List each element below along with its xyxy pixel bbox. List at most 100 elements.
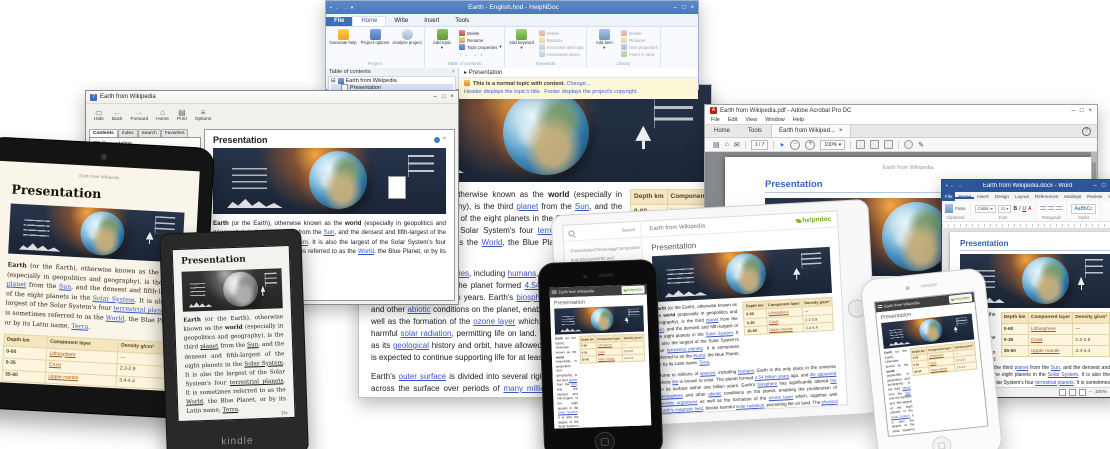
link[interactable]: life appeared	[810, 370, 837, 376]
move-down-icon[interactable]: ↓	[481, 52, 484, 58]
link[interactable]: humans	[738, 368, 754, 374]
link[interactable]: Lithosphere	[768, 310, 789, 316]
link[interactable]: Crust	[598, 350, 605, 354]
link[interactable]: Sun	[1051, 365, 1060, 371]
fit-width-icon[interactable]	[856, 140, 865, 149]
home-button[interactable]	[931, 435, 952, 449]
link[interactable]: outer surface	[399, 372, 446, 381]
maximize-button[interactable]: □	[1080, 108, 1084, 114]
chm-toolbar-button[interactable]: Print	[177, 108, 187, 122]
chm-toolbar-button[interactable]: Forward	[131, 108, 149, 122]
delete-item-button[interactable]: Delete	[621, 30, 658, 36]
move-right-icon[interactable]: →	[473, 52, 478, 58]
font-name-select[interactable]: Calibri ▾	[975, 205, 996, 213]
add-item-button[interactable]: Add item▾	[589, 28, 619, 60]
save-icon[interactable]: ▤	[713, 141, 720, 149]
move-up-icon[interactable]: ↑	[459, 52, 462, 58]
ribbon-tab[interactable]: Home	[955, 194, 974, 199]
ribbon-tab[interactable]: Layout	[1012, 194, 1032, 199]
sidebar-item[interactable]: Chronology	[594, 246, 616, 252]
minimize-button[interactable]: –	[1094, 183, 1097, 189]
chm-toolbar-button[interactable]: Back	[112, 108, 123, 122]
print-icon[interactable]: ⌂	[725, 141, 729, 148]
associate-with-topic-button[interactable]: Associate with topic	[539, 44, 585, 50]
nav-dot-icon[interactable]	[434, 137, 440, 143]
project-options-button[interactable]: Project options	[360, 28, 390, 60]
link[interactable]: geological	[739, 409, 759, 414]
paste-button[interactable]: Paste	[955, 206, 966, 211]
link[interactable]: Crust	[769, 318, 779, 323]
change-link[interactable]: Change...	[567, 81, 591, 87]
quick-access-toolbar[interactable]: ▪←→	[946, 183, 962, 189]
ribbon-tab[interactable]: Design	[992, 194, 1012, 199]
link[interactable]: Sun	[575, 202, 589, 211]
style-gallery[interactable]: AaBbCc	[1071, 204, 1095, 214]
print-layout-icon[interactable]	[1069, 389, 1076, 396]
link[interactable]: aerobic organisms	[659, 399, 697, 406]
ribbon-tab[interactable]: Insert	[416, 17, 447, 26]
zoom-out-icon[interactable]: –	[1089, 390, 1092, 395]
link[interactable]: planet	[706, 317, 719, 323]
chm-tab[interactable]: Contents	[89, 129, 118, 137]
link[interactable]: ozone layer	[768, 394, 793, 400]
align-right-icon[interactable]	[1056, 206, 1062, 212]
link[interactable]: terrestrial planets	[1035, 380, 1073, 386]
chm-tab[interactable]: Index	[118, 129, 138, 137]
ribbon-tab[interactable]: View	[1105, 194, 1110, 199]
ruler[interactable]	[942, 222, 1110, 229]
tab-home[interactable]: Home	[705, 125, 739, 137]
link[interactable]: World	[106, 315, 125, 323]
move-topic-arrows[interactable]: ↑←→↓	[459, 51, 502, 58]
tab-tools[interactable]: Tools	[739, 125, 771, 137]
search-button[interactable]: Search	[622, 227, 636, 233]
menu-item[interactable]: File	[711, 117, 720, 123]
rename-topic-button[interactable]: Rename	[459, 37, 502, 43]
qat-dropdown-icon[interactable]: ▾	[351, 5, 354, 11]
link[interactable]: Terra	[222, 407, 238, 414]
ribbon-tab[interactable]: Mailings	[1061, 194, 1084, 199]
ribbon-tab[interactable]: Write	[386, 17, 416, 26]
home-button[interactable]	[594, 432, 615, 449]
menu-icon[interactable]	[552, 290, 557, 294]
link[interactable]: Solar System	[244, 360, 283, 367]
link[interactable]: World	[358, 248, 374, 255]
redo-icon[interactable]: →	[957, 183, 962, 189]
redo-icon[interactable]: →	[343, 5, 348, 11]
minimize-button[interactable]: –	[434, 94, 437, 100]
link[interactable]: Lithosphere	[597, 343, 612, 348]
menu-item[interactable]: Window	[765, 117, 785, 123]
search-icon[interactable]	[568, 230, 574, 236]
link[interactable]: World	[482, 238, 503, 247]
link[interactable]: World	[693, 352, 705, 358]
link[interactable]: planet	[1015, 365, 1029, 371]
link[interactable]: Terra	[71, 323, 88, 331]
menu-item[interactable]: Edit	[728, 117, 737, 123]
link[interactable]: species	[700, 370, 716, 376]
link[interactable]: Lithosphere	[1031, 327, 1056, 332]
undo-icon[interactable]: ←	[950, 183, 955, 189]
link[interactable]: oceans	[450, 396, 476, 398]
paste-icon[interactable]	[945, 204, 953, 213]
sidebar-item[interactable]: Presentation	[570, 247, 594, 253]
chm-toolbar-button[interactable]: Hide	[94, 108, 104, 122]
add-topic-button[interactable]: Add topic▾	[427, 28, 457, 60]
font-size-select[interactable]: 11 ▾	[998, 205, 1012, 213]
chm-toolbar-button[interactable]: Options	[195, 108, 212, 122]
menu-icon[interactable]	[877, 305, 882, 310]
zoom-level[interactable]: 100%	[1095, 390, 1107, 395]
quick-access-toolbar[interactable]: ▪←→▾	[330, 5, 353, 11]
ribbon-tab[interactable]: References	[1032, 194, 1062, 199]
link[interactable]: planet	[6, 281, 26, 289]
link[interactable]: Sun	[247, 343, 258, 349]
link[interactable]: humans	[508, 269, 536, 278]
scroll-up-icon[interactable]: ^	[443, 137, 446, 143]
chm-toolbar-button[interactable]: Home	[156, 108, 169, 122]
select-tool-icon[interactable]: ▲	[778, 140, 786, 148]
panel-close-icon[interactable]: ×	[452, 69, 455, 75]
maximize-button[interactable]: □	[1102, 183, 1106, 189]
link[interactable]: abiotic	[407, 305, 430, 314]
read-mode-icon[interactable]	[1059, 389, 1066, 396]
chm-tab[interactable]: Search	[138, 129, 161, 137]
link[interactable]: 4.54 billion years	[755, 373, 790, 380]
rotate-icon[interactable]	[884, 140, 893, 149]
